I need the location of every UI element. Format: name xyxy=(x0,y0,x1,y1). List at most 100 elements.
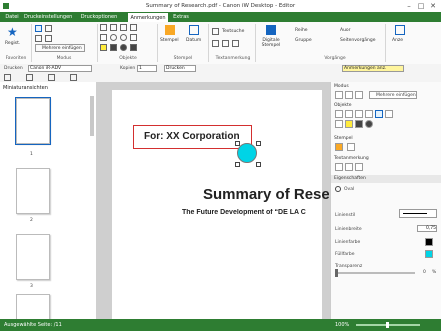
polygon-icon[interactable] xyxy=(130,34,137,41)
note-annotation-icon[interactable] xyxy=(335,163,343,171)
comments-icon[interactable] xyxy=(26,74,33,81)
group-stempel: Stempel xyxy=(173,56,193,61)
filled-rect-object-icon[interactable] xyxy=(355,120,363,128)
document-title: Summary of Rese xyxy=(203,186,329,203)
hand-mode-icon[interactable] xyxy=(355,91,363,99)
regist-button[interactable]: ★ Regist. xyxy=(5,25,21,51)
oval-annotation[interactable] xyxy=(237,143,257,163)
slider-thumb[interactable] xyxy=(335,269,338,277)
selection-handle[interactable] xyxy=(235,141,240,146)
rectangle-icon[interactable] xyxy=(110,24,117,31)
maximize-icon[interactable]: □ xyxy=(415,1,427,11)
underline-annotation-icon[interactable] xyxy=(345,163,353,171)
attachments-icon[interactable] xyxy=(48,74,55,81)
pen-object-icon[interactable] xyxy=(335,120,343,128)
line-object-icon[interactable] xyxy=(355,110,363,118)
arrow-icon[interactable] xyxy=(130,24,137,31)
thumbnail-page-4[interactable] xyxy=(16,294,50,320)
text-object-icon[interactable] xyxy=(335,110,343,118)
seitenvorgaenge-button[interactable]: Seitenvorgänge xyxy=(340,38,376,43)
mehrere-einfuegen-button[interactable]: Mehrere einfügen xyxy=(35,44,85,52)
tab-datei[interactable]: Datei xyxy=(2,12,22,22)
line-style-preview xyxy=(403,213,427,214)
circle-icon[interactable] xyxy=(120,34,127,41)
status-selected-page: Ausgewählte Seite: /11 xyxy=(4,322,62,328)
thumbnail-page-3[interactable] xyxy=(16,234,50,280)
gruppe-button[interactable]: Gruppe xyxy=(295,38,312,43)
reihe-button[interactable]: Reihe xyxy=(295,28,308,33)
select-mode-icon[interactable] xyxy=(335,91,343,99)
pen-icon[interactable] xyxy=(100,34,107,41)
text-select-icon[interactable] xyxy=(45,25,52,32)
filled-ellipse-icon[interactable] xyxy=(120,44,127,51)
auor-button[interactable]: Auor xyxy=(340,28,351,33)
window-title: Summary of Research.pdf - Canon iW Deskt… xyxy=(145,3,296,9)
zoom-thumb[interactable] xyxy=(386,322,389,328)
tab-extras[interactable]: Extras xyxy=(170,12,192,22)
filled-rect-icon[interactable] xyxy=(110,44,117,51)
anmerkungen-anz-button[interactable]: Anmerkungen anz. xyxy=(342,65,404,72)
highlight-object-icon[interactable] xyxy=(345,120,353,128)
selection-handle[interactable] xyxy=(256,162,261,167)
tab-druckeinstellungen[interactable]: Druckeinstellungen xyxy=(24,12,72,22)
transparenz-slider[interactable] xyxy=(335,269,415,277)
group-modus: Modus xyxy=(56,56,72,61)
line-icon[interactable] xyxy=(120,24,127,31)
page-number-2: 2 xyxy=(30,218,33,223)
textsuche-label: Textsuche xyxy=(222,29,245,34)
stamp-icon[interactable] xyxy=(335,143,343,151)
pin-icon[interactable] xyxy=(70,74,77,81)
oval-object-icon[interactable] xyxy=(375,110,383,118)
select-tool-icon[interactable] xyxy=(35,25,42,32)
text-mode-icon[interactable] xyxy=(345,91,353,99)
close-icon[interactable]: ✕ xyxy=(427,1,439,11)
objekte-tools xyxy=(100,24,156,54)
minimize-icon[interactable]: – xyxy=(403,1,415,11)
transparenz-label: Transparenz xyxy=(335,264,363,269)
tab-druckoptionen[interactable]: Druckoptionen xyxy=(74,12,124,22)
mehrere-einfuegen-toggle[interactable]: Mehrere einfügen xyxy=(369,91,417,99)
arrow-object-icon[interactable] xyxy=(365,110,373,118)
text-icon[interactable] xyxy=(100,24,107,31)
highlighter-icon[interactable] xyxy=(100,44,107,51)
filled-oval-object-icon[interactable] xyxy=(365,120,373,128)
kopien-input[interactable]: 1 xyxy=(137,65,157,72)
rect-object-icon[interactable] xyxy=(345,110,353,118)
date-stamp-icon[interactable] xyxy=(347,143,355,151)
textanmerkung-heading: Textanmerkung xyxy=(334,156,369,161)
drucken-button[interactable]: Drucken xyxy=(164,65,196,72)
underline-icon[interactable] xyxy=(222,40,229,47)
stempel-button[interactable]: Stempel xyxy=(160,25,180,53)
thumbnail-page-1[interactable] xyxy=(15,97,51,145)
scrollbar[interactable] xyxy=(90,96,94,136)
ellipse-icon[interactable] xyxy=(110,34,117,41)
selection-handle[interactable] xyxy=(256,141,261,146)
digitale-label: Digitale Stempel xyxy=(261,38,281,48)
linienbreite-input[interactable]: 0,75 xyxy=(417,225,437,232)
polygon-object-icon[interactable] xyxy=(385,110,393,118)
strike-annotation-icon[interactable] xyxy=(355,163,363,171)
note-icon[interactable] xyxy=(212,40,219,47)
selection-handle[interactable] xyxy=(235,162,240,167)
annotation-text: For: XX Corporation xyxy=(144,131,240,142)
printer-select[interactable]: Canon iR-ADV xyxy=(28,65,92,72)
filled-polygon-icon[interactable] xyxy=(130,44,137,51)
eigenschaften-heading: Eigenschaften xyxy=(334,176,366,181)
linienfarbe-picker[interactable] xyxy=(425,238,433,246)
thumbnail-pane-title: Miniaturansichten xyxy=(3,85,48,91)
transparenz-value: 0 xyxy=(423,270,426,275)
pages-icon[interactable] xyxy=(4,74,11,81)
hand-tool-icon[interactable] xyxy=(35,35,42,42)
stempel-label: Stempel xyxy=(160,38,179,43)
textsuche-button[interactable]: Textsuche xyxy=(212,28,252,36)
datum-label: Datum xyxy=(186,38,202,43)
thumbnail-page-2[interactable] xyxy=(16,168,50,214)
zoom-tool-icon[interactable] xyxy=(45,35,52,42)
linienstil-select[interactable] xyxy=(399,209,437,218)
objekte-heading: Objekte xyxy=(334,103,352,108)
strikethrough-icon[interactable] xyxy=(232,40,239,47)
datum-button[interactable]: Datum xyxy=(184,25,204,53)
fuellfarbe-picker[interactable] xyxy=(425,250,433,258)
anze-button[interactable]: Anze xyxy=(390,25,410,53)
digitale-stempel-button[interactable]: Digitale Stempel xyxy=(258,25,284,55)
